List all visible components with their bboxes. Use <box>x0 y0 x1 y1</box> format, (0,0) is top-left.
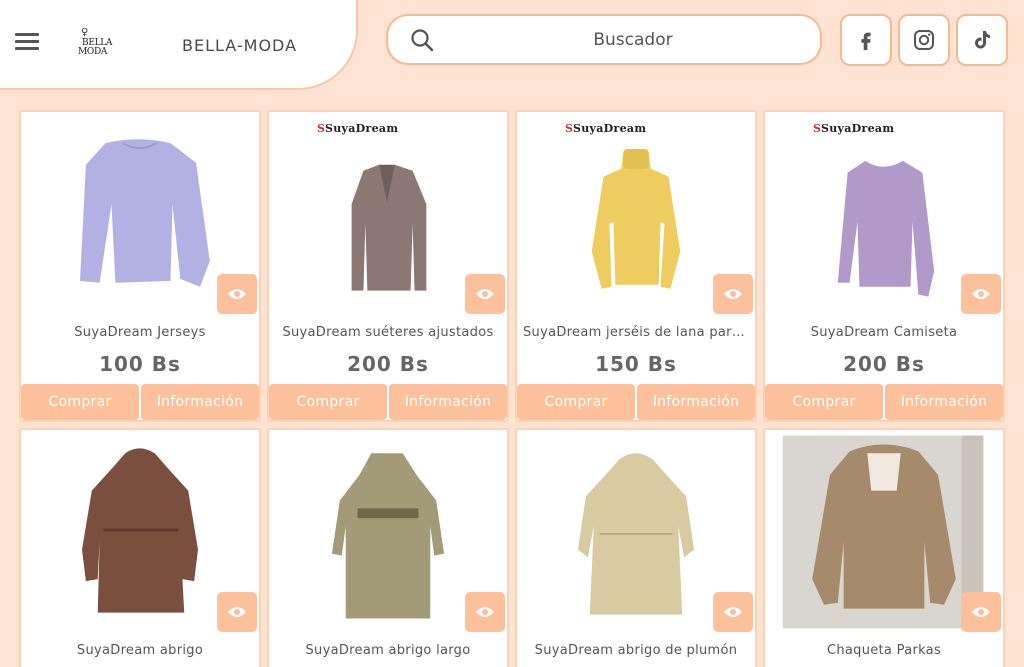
product-name[interactable]: Chaqueta Parkas <box>765 643 1003 658</box>
info-button[interactable]: Información <box>141 384 259 420</box>
menu-icon[interactable] <box>15 33 39 53</box>
product-price: 150 Bs <box>595 352 677 376</box>
product-card: Chaqueta Parkas <box>763 428 1005 667</box>
instagram-icon <box>914 30 934 50</box>
product-card: SuyaDream Jerseys 100 Bs Comprar Informa… <box>19 110 261 422</box>
product-card: SSuyaDream SuyaDream suéteres ajustados … <box>267 110 509 422</box>
eye-icon <box>724 289 742 299</box>
product-price: 200 Bs <box>347 352 429 376</box>
view-button[interactable] <box>465 274 505 314</box>
product-name[interactable]: SuyaDream Jerseys <box>21 325 259 340</box>
eye-icon <box>228 289 246 299</box>
tiktok-button[interactable] <box>956 14 1008 66</box>
product-name[interactable]: SuyaDream abrigo <box>21 643 259 658</box>
facebook-button[interactable] <box>840 14 892 66</box>
search-bar[interactable] <box>386 14 822 65</box>
instagram-button[interactable] <box>898 14 950 66</box>
product-name[interactable]: SuyaDream Camiseta <box>765 325 1003 340</box>
view-button[interactable] <box>465 592 505 632</box>
info-button[interactable]: Información <box>389 384 507 420</box>
brand-tag: SSuyaDream <box>565 122 647 135</box>
product-price: 200 Bs <box>843 352 925 376</box>
product-card: SuyaDream abrigo <box>19 428 261 667</box>
eye-icon <box>228 607 246 617</box>
brand-tag: SSuyaDream <box>317 122 399 135</box>
product-card: SSuyaDream SuyaDream jerséis de lana par… <box>515 110 757 422</box>
product-name[interactable]: SuyaDream suéteres ajustados <box>269 325 507 340</box>
brand-header: ♀ BELLA MODA BELLA-MODA <box>0 0 358 90</box>
product-card: SuyaDream abrigo de plumón <box>515 428 757 667</box>
eye-icon <box>476 607 494 617</box>
buy-button[interactable]: Comprar <box>21 384 139 420</box>
eye-icon <box>476 289 494 299</box>
tiktok-icon <box>975 31 990 49</box>
view-button[interactable] <box>713 274 753 314</box>
info-button[interactable]: Información <box>885 384 1003 420</box>
eye-icon <box>972 607 990 617</box>
product-name[interactable]: SuyaDream abrigo largo <box>269 643 507 658</box>
view-button[interactable] <box>217 592 257 632</box>
eye-icon <box>972 289 990 299</box>
eye-icon <box>724 607 742 617</box>
info-button[interactable]: Información <box>637 384 755 420</box>
view-button[interactable] <box>217 274 257 314</box>
brand-tag: SSuyaDream <box>813 122 895 135</box>
product-card: SuyaDream abrigo largo <box>267 428 509 667</box>
buy-button[interactable]: Comprar <box>269 384 387 420</box>
product-name[interactable]: SuyaDream abrigo de plumón <box>517 643 755 658</box>
view-button[interactable] <box>961 592 1001 632</box>
product-name[interactable]: SuyaDream jerséis de lana para… <box>517 325 755 340</box>
search-input[interactable] <box>448 16 818 63</box>
search-icon[interactable] <box>410 28 434 52</box>
product-card: SSuyaDream SuyaDream Camiseta 200 Bs Com… <box>763 110 1005 422</box>
view-button[interactable] <box>961 274 1001 314</box>
buy-button[interactable]: Comprar <box>517 384 635 420</box>
brand-name: BELLA-MODA <box>182 36 298 55</box>
logo[interactable]: ♀ BELLA MODA <box>78 28 112 58</box>
view-button[interactable] <box>713 592 753 632</box>
facebook-icon <box>861 32 871 51</box>
buy-button[interactable]: Comprar <box>765 384 883 420</box>
product-price: 100 Bs <box>99 352 181 376</box>
